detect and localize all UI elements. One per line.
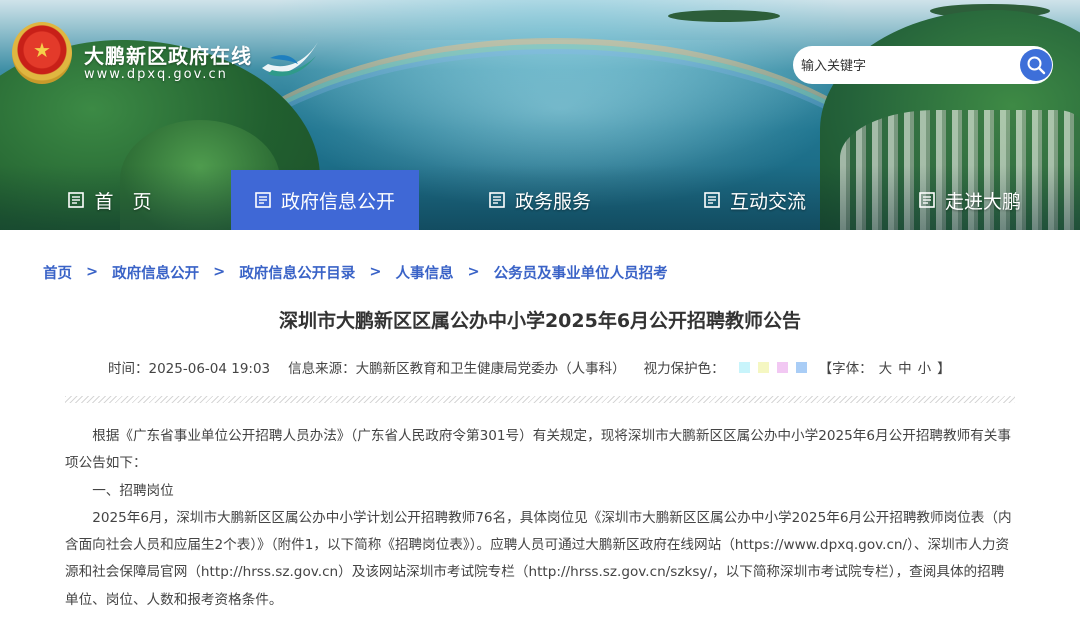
nav-item-label: 互动交流	[729, 190, 806, 213]
nav-item-interaction[interactable]: 互动交流	[690, 170, 820, 230]
breadcrumb-item-recruitment[interactable]: 公务员及事业单位人员招考	[494, 262, 668, 283]
eye-protect-label: 视力保护色：	[643, 361, 725, 377]
info-source: 信息来源：大鹏新区教育和卫生健康局党委办（人事科）	[288, 361, 626, 377]
font-size-open: 【字体：	[818, 361, 873, 377]
swatch-pink[interactable]	[776, 361, 788, 373]
island-decoration	[668, 10, 780, 22]
nav-item-home[interactable]: 首 页	[50, 170, 170, 230]
article-title: 深圳市大鹏新区区属公办中小学2025年6月公开招聘教师公告	[278, 310, 802, 332]
page-icon	[919, 192, 935, 208]
swatch-yellow[interactable]	[757, 361, 769, 373]
breadcrumb-separator: >	[369, 264, 382, 280]
font-size-control: 【字体： 大 中 小 】	[819, 357, 951, 377]
breadcrumb-item-gov-info[interactable]: 政府信息公开	[112, 262, 199, 283]
divider	[65, 396, 1015, 403]
font-size-close: 】	[937, 361, 951, 377]
breadcrumb: 首页 > 政府信息公开 > 政府信息公开目录 > 人事信息 > 公务员及事业单位…	[43, 262, 668, 282]
page-icon	[68, 192, 85, 208]
page-icon	[704, 192, 720, 208]
nav-item-label: 政务服务	[514, 190, 591, 213]
site-logo-swoosh-icon	[262, 42, 318, 77]
nav-item-gov-services[interactable]: 政务服务	[475, 170, 605, 230]
breadcrumb-item-home[interactable]: 首页	[43, 262, 72, 283]
nav-item-about-dapeng[interactable]: 走进大鹏	[905, 170, 1035, 230]
publish-time: 时间：2025-06-04 19:03	[108, 361, 271, 377]
article-paragraph: 2025年6月，深圳市大鹏新区区属公办中小学计划公开招聘教师76名，具体岗位见《…	[65, 509, 1012, 608]
breadcrumb-separator: >	[467, 264, 480, 280]
header-banner: ★ 大鹏新区政府在线 www.dpxq.gov.cn 首 页 政府信息公开 政务…	[0, 0, 1080, 230]
nav-item-label: 走进大鹏	[944, 190, 1021, 213]
search-box	[793, 46, 1053, 86]
font-small-button[interactable]: 小	[918, 357, 932, 377]
search-button[interactable]	[1020, 49, 1052, 81]
font-medium-button[interactable]: 中	[898, 357, 912, 377]
search-icon	[1027, 56, 1046, 75]
article-body: 根据《广东省事业单位公开招聘人员办法》（广东省人民政府令第301号）有关规定，现…	[65, 423, 1017, 614]
page-icon	[255, 192, 271, 208]
nav-item-label: 政府信息公开	[280, 190, 395, 213]
swatch-blue[interactable]	[795, 361, 807, 373]
site-url: www.dpxq.gov.cn	[84, 67, 228, 82]
site-title[interactable]: 大鹏新区政府在线	[84, 40, 252, 69]
swatch-cyan[interactable]	[738, 361, 750, 373]
national-emblem-icon[interactable]: ★	[12, 22, 72, 84]
nav-item-gov-info[interactable]: 政府信息公开	[231, 170, 419, 230]
page-icon	[489, 192, 505, 208]
article-paragraph: 根据《广东省事业单位公开招聘人员办法》（广东省人民政府令第301号）有关规定，现…	[65, 428, 1011, 472]
main-nav: 首 页 政府信息公开 政务服务 互动交流 走进大鹏	[0, 170, 1080, 230]
search-input[interactable]	[799, 46, 1013, 86]
nav-item-label: 首 页	[94, 190, 152, 213]
breadcrumb-item-gov-info-catalog[interactable]: 政府信息公开目录	[239, 262, 355, 283]
eye-protect-swatches	[738, 361, 807, 373]
article-meta: 时间：2025-06-04 19:03 信息来源：大鹏新区教育和卫生健康局党委办…	[108, 357, 951, 377]
breadcrumb-separator: >	[213, 264, 226, 280]
section-heading: 一、招聘岗位	[92, 482, 174, 499]
breadcrumb-item-personnel[interactable]: 人事信息	[395, 262, 453, 283]
breadcrumb-separator: >	[86, 264, 99, 280]
font-large-button[interactable]: 大	[879, 357, 893, 377]
